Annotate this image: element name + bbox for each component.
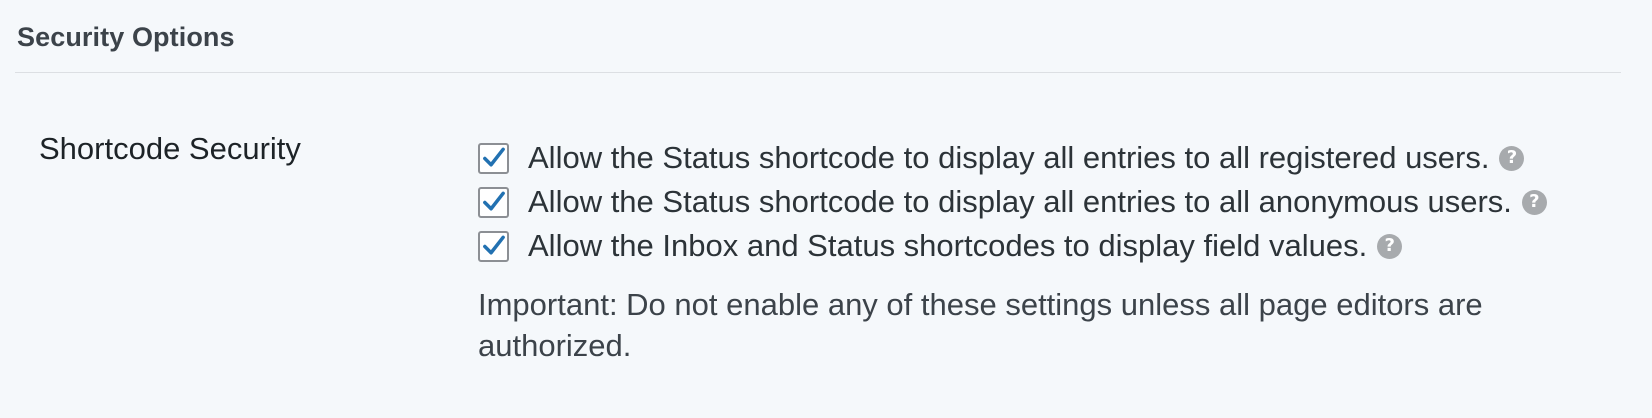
checkmark-icon (483, 191, 505, 211)
important-note: Important: Do not enable any of these se… (478, 287, 1483, 363)
option-field-values[interactable]: Allow the Inbox and Status shortcodes to… (478, 224, 1628, 268)
question-circle-icon[interactable]: ? (1499, 145, 1525, 171)
shortcode-security-options: Allow the Status shortcode to display al… (478, 136, 1628, 366)
option-anonymous-users[interactable]: Allow the Status shortcode to display al… (478, 180, 1628, 224)
field-values-label[interactable]: Allow the Inbox and Status shortcodes to… (528, 228, 1367, 264)
anonymous-users-checkbox[interactable] (478, 186, 509, 218)
question-circle-icon[interactable]: ? (1521, 189, 1547, 215)
registered-users-checkbox[interactable] (478, 142, 509, 174)
section-title: Security Options (17, 22, 235, 52)
anonymous-users-label[interactable]: Allow the Status shortcode to display al… (528, 184, 1512, 220)
field-values-checkbox[interactable] (478, 230, 509, 262)
checkmark-icon (483, 235, 505, 255)
question-circle-icon[interactable]: ? (1377, 233, 1403, 259)
option-registered-users[interactable]: Allow the Status shortcode to display al… (478, 136, 1628, 180)
checkmark-icon (483, 147, 505, 167)
shortcode-security-label: Shortcode Security (39, 131, 301, 166)
registered-users-label[interactable]: Allow the Status shortcode to display al… (528, 140, 1489, 176)
section-divider (15, 72, 1621, 73)
